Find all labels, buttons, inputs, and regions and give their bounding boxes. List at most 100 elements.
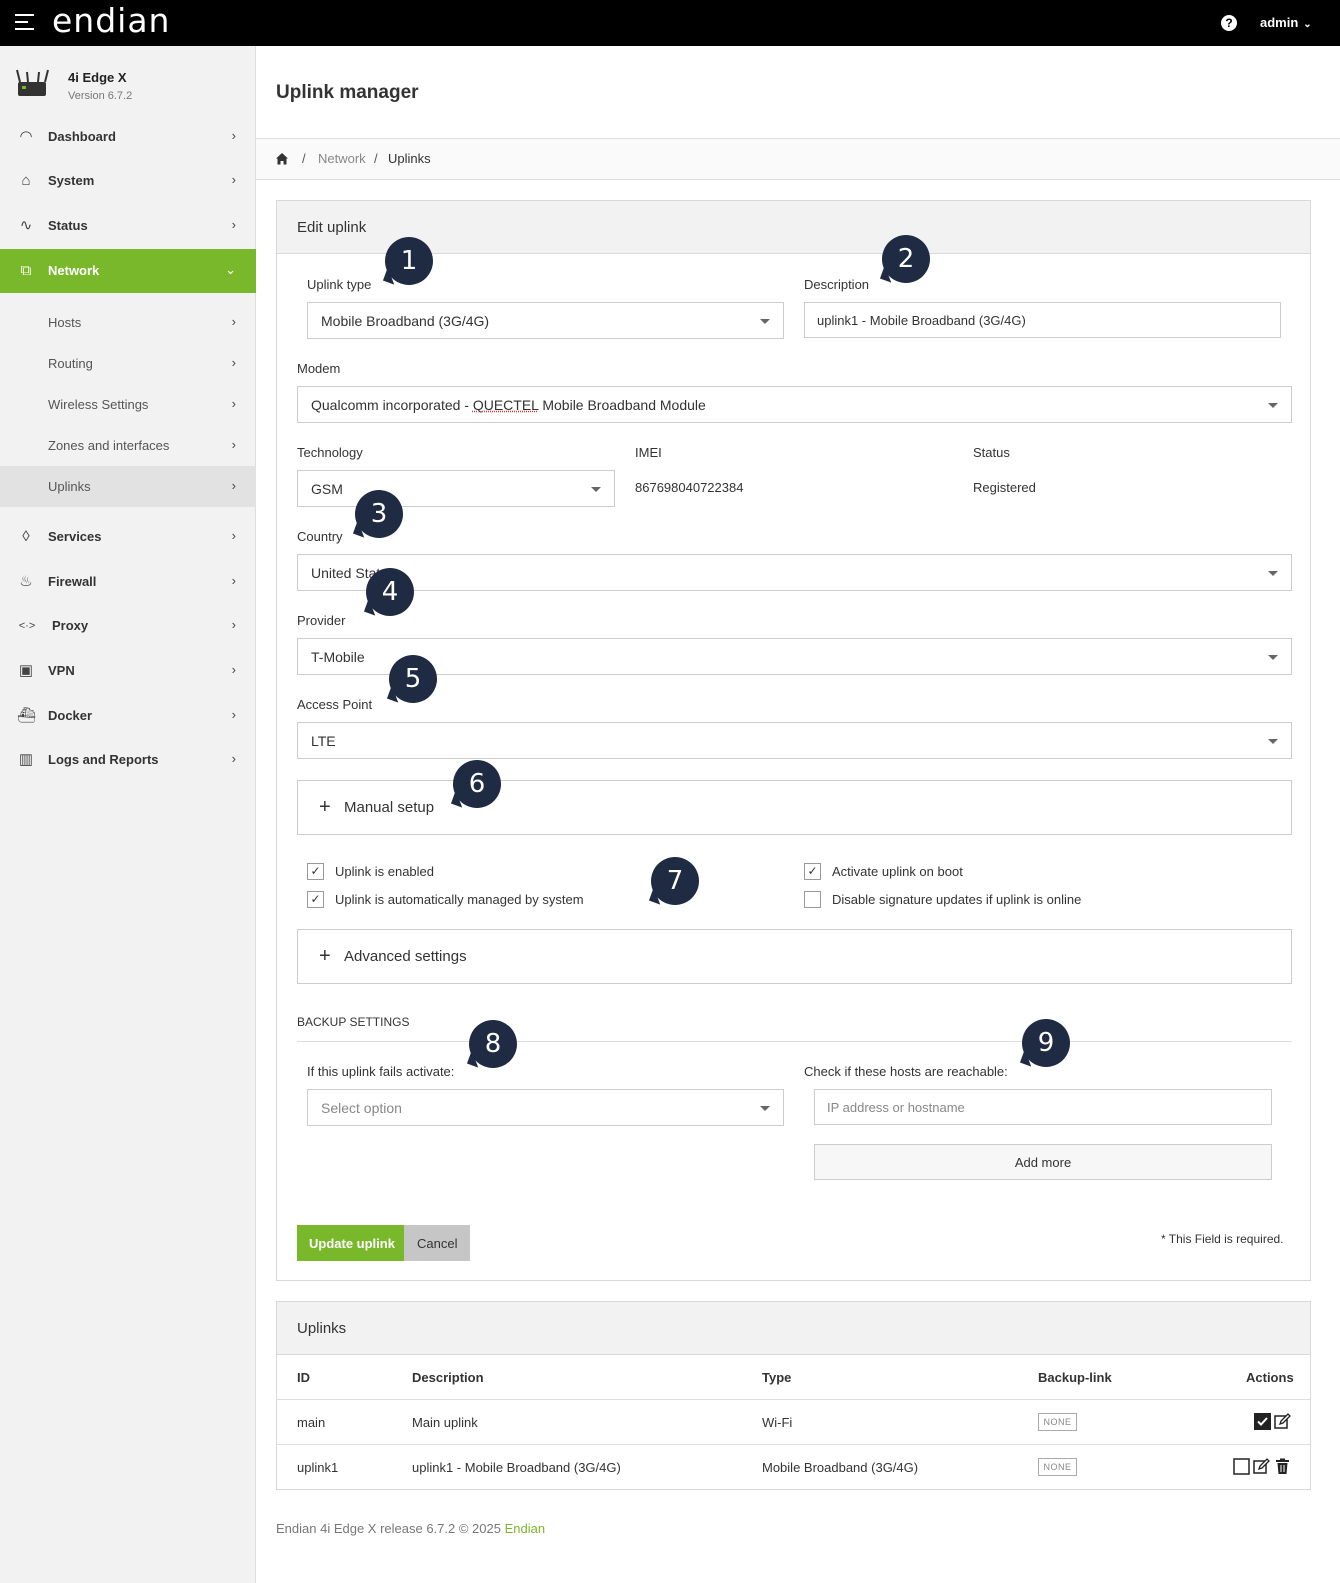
sidebar-item-proxy[interactable]: <·> Proxy ›: [0, 604, 256, 648]
backup-link-badge: NONE: [1038, 1413, 1077, 1431]
sidebar-subitem-label: Hosts: [48, 315, 82, 330]
breadcrumb-network-link[interactable]: Network: [318, 151, 366, 166]
sidebar-subitem-label: Zones and interfaces: [48, 438, 170, 453]
divider: [297, 1041, 1292, 1042]
description-input[interactable]: [804, 302, 1281, 338]
brand-logo[interactable]: endian: [52, 1, 170, 40]
chevron-right-icon: ›: [231, 172, 236, 187]
chevron-down-icon: ⌄: [225, 262, 236, 277]
user-name: admin: [1260, 15, 1299, 30]
chevron-right-icon: ›: [231, 573, 236, 588]
user-menu[interactable]: admin ⌄: [1260, 15, 1312, 30]
sidebar-item-label: Network: [48, 263, 100, 278]
chevron-right-icon: ›: [231, 437, 236, 452]
device-name: 4i Edge X: [68, 70, 127, 85]
advanced-settings-toggle[interactable]: + Advanced settings: [297, 929, 1292, 984]
sidebar-subitem-uplinks[interactable]: Uplinks ›: [0, 466, 256, 507]
add-more-button[interactable]: Add more: [814, 1144, 1272, 1180]
help-icon[interactable]: ?: [1221, 15, 1237, 31]
panel-title: Uplinks: [297, 1320, 347, 1337]
sidebar-item-label: VPN: [48, 663, 75, 678]
chevron-right-icon: ›: [231, 617, 236, 632]
footer-text: Endian 4i Edge X release 6.7.2 © 2025: [276, 1521, 505, 1536]
home-icon: ⌂: [21, 172, 31, 189]
home-icon[interactable]: [275, 152, 289, 166]
country-label: Country: [297, 529, 343, 544]
dropdown-arrow-icon: [591, 487, 601, 492]
callout-marker: 6: [453, 760, 501, 808]
table-row: main Main uplink Wi-Fi NONE: [277, 1400, 1310, 1445]
checkbox-label: Disable signature updates if uplink is o…: [832, 892, 1082, 907]
sidebar-item-services[interactable]: ◊ Services ›: [0, 515, 256, 559]
proxy-arrows-icon: <·>: [18, 620, 36, 632]
enabled-checkbox-icon[interactable]: [1254, 1413, 1271, 1430]
backup-settings-title: BACKUP SETTINGS: [297, 1015, 410, 1029]
imei-label: IMEI: [635, 445, 662, 460]
fails-activate-label: If this uplink fails activate:: [307, 1064, 455, 1079]
edit-icon[interactable]: [1274, 1413, 1291, 1430]
chevron-right-icon: ›: [231, 314, 236, 329]
dropdown-arrow-icon: [1268, 571, 1278, 576]
sidebar-item-status[interactable]: ∿ Status ›: [0, 204, 256, 248]
cell-id: main: [297, 1415, 326, 1430]
checkbox-box: ✓: [307, 863, 324, 880]
uplink-type-select[interactable]: Mobile Broadband (3G/4G): [307, 302, 784, 339]
chevron-right-icon: ›: [231, 478, 236, 493]
dropdown-arrow-icon: [1268, 403, 1278, 408]
trash-icon[interactable]: [1274, 1458, 1291, 1475]
modem-select[interactable]: Qualcomm incorporated - QUECTEL Mobile B…: [297, 386, 1292, 423]
cell-type: Wi-Fi: [762, 1415, 793, 1430]
chevron-right-icon: ›: [231, 528, 236, 543]
technology-select[interactable]: GSM: [297, 470, 615, 507]
footer-endian-link[interactable]: Endian: [505, 1521, 545, 1536]
dropdown-arrow-icon: [1268, 655, 1278, 660]
sidebar-subitem-routing[interactable]: Routing ›: [0, 343, 256, 384]
required-field-note: * This Field is required.: [1161, 1232, 1284, 1246]
provider-select[interactable]: T-Mobile: [297, 638, 1292, 675]
sidebar: 4i Edge X Version 6.7.2 ◠ Dashboard › ⌂ …: [0, 46, 256, 1583]
plus-icon: +: [319, 796, 331, 818]
country-select[interactable]: United States: [297, 554, 1292, 591]
drop-icon: ◊: [22, 528, 30, 545]
breadcrumb-separator: /: [374, 151, 378, 166]
sidebar-item-firewall[interactable]: ♨ Firewall ›: [0, 560, 256, 604]
sidebar-item-vpn[interactable]: ▣ VPN ›: [0, 649, 256, 693]
chart-icon: ▥: [18, 751, 34, 768]
checkbox-label: Uplink is automatically managed by syste…: [335, 892, 584, 907]
select-value: T-Mobile: [311, 649, 365, 665]
imei-value: 867698040722384: [635, 480, 744, 495]
cancel-button[interactable]: Cancel: [404, 1225, 471, 1261]
sidebar-subitem-hosts[interactable]: Hosts ›: [0, 302, 256, 343]
update-uplink-button[interactable]: Update uplink: [297, 1225, 407, 1261]
access-point-select[interactable]: LTE: [297, 722, 1292, 759]
sidebar-item-logs-and-reports[interactable]: ▥ Logs and Reports ›: [0, 738, 256, 782]
manual-setup-toggle[interactable]: + Manual setup: [297, 780, 1292, 835]
select-value: Mobile Broadband (3G/4G): [321, 313, 490, 329]
backup-link-badge: NONE: [1038, 1458, 1077, 1476]
edit-uplink-header: Edit uplink: [277, 201, 1310, 254]
edit-icon[interactable]: [1253, 1458, 1270, 1475]
hamburger-menu-icon[interactable]: [15, 14, 34, 30]
sidebar-subitem-wireless-settings[interactable]: Wireless Settings ›: [0, 384, 256, 425]
sidebar-item-dashboard[interactable]: ◠ Dashboard ›: [0, 115, 256, 159]
device-version: Version 6.7.2: [68, 90, 133, 102]
sidebar-item-label: Proxy: [52, 618, 89, 633]
technology-label: Technology: [297, 445, 363, 460]
fails-activate-select[interactable]: Select option: [307, 1089, 784, 1126]
sidebar-item-system[interactable]: ⌂ System ›: [0, 159, 256, 203]
column-header-id: ID: [297, 1370, 310, 1385]
callout-marker: 2: [882, 235, 930, 283]
sidebar-subitem-label: Uplinks: [48, 479, 91, 494]
callout-marker: 7: [651, 857, 699, 905]
sidebar-item-label: Dashboard: [48, 129, 116, 144]
sidebar-item-network[interactable]: ⧉ Network ⌄: [0, 249, 256, 293]
breadcrumb-separator: /: [302, 151, 306, 166]
sidebar-item-label: Firewall: [48, 574, 97, 589]
provider-label: Provider: [297, 613, 346, 628]
sidebar-item-docker[interactable]: ⛴ Docker ›: [0, 694, 256, 738]
column-header-type: Type: [762, 1370, 792, 1385]
sidebar-subitem-zones-and-interfaces[interactable]: Zones and interfaces ›: [0, 425, 256, 466]
hosts-input[interactable]: [814, 1089, 1272, 1125]
chevron-right-icon: ›: [231, 662, 236, 677]
disabled-checkbox-icon[interactable]: [1233, 1458, 1250, 1475]
